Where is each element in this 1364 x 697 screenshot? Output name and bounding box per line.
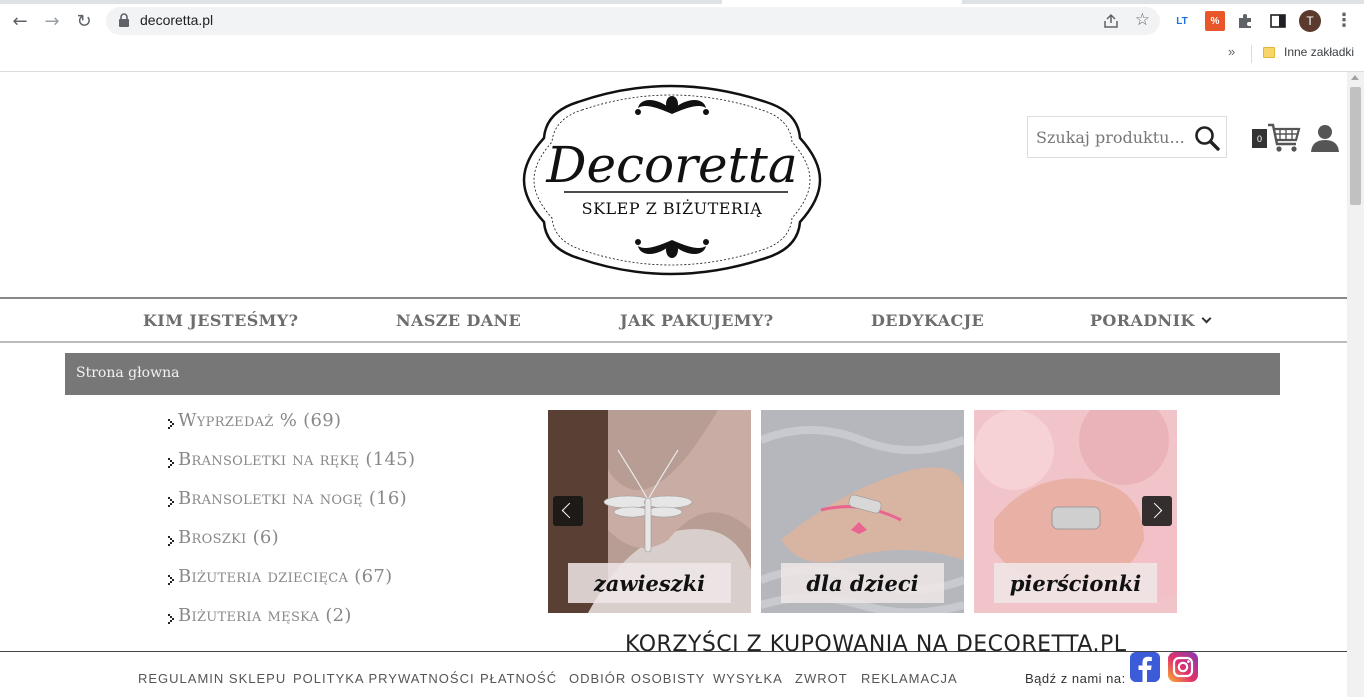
category-item[interactable]: Wyprzedaż % (69) [166, 410, 526, 449]
profile-avatar[interactable]: T [1299, 10, 1321, 32]
page-content: Decoretta SKLEP Z BIŻUTERIĄ 0 KIM JESTEŚ… [0, 72, 1347, 697]
carousel-prev-button[interactable] [553, 496, 583, 526]
footer-link-zwrot[interactable]: ZWROT [795, 671, 848, 686]
search-input[interactable] [1028, 117, 1188, 157]
menu-item-dedykacje[interactable]: DEDYKACJE [871, 311, 984, 330]
category-label: Bransoletki na rękę (145) [178, 449, 416, 470]
logo-subtitle: SKLEP Z BIŻUTERIĄ [582, 198, 763, 218]
cart-icon[interactable] [1267, 122, 1301, 154]
category-item[interactable]: Bransoletki na rękę (145) [166, 449, 526, 488]
bullet-icon [168, 497, 173, 506]
main-menu: KIM JESTEŚMY? NASZE DANE JAK PAKUJEMY? D… [0, 297, 1347, 343]
menu-item-jak-pakujemy[interactable]: JAK PAKUJEMY? [620, 311, 774, 330]
tile-caption: pierścionki [994, 563, 1157, 603]
category-item[interactable]: Biżuteria męska (2) [166, 605, 526, 644]
footer-link-polityka[interactable]: POLITYKA PRYWATNOŚCI [293, 671, 475, 686]
extensions-puzzle-icon[interactable] [1237, 12, 1255, 30]
category-label: Bransoletki na nogę (16) [178, 488, 407, 509]
bookmarks-divider [1251, 45, 1252, 63]
reload-icon[interactable]: ↻ [73, 10, 95, 32]
footer-link-reklamacja[interactable]: REKLAMACJA [861, 671, 958, 686]
logo-title: Decoretta [545, 136, 797, 194]
category-item[interactable]: Biżuteria dziecięca (67) [166, 566, 526, 605]
breadcrumb: Strona głowna [65, 353, 1280, 395]
url-text[interactable]: decoretta.pl [140, 12, 213, 28]
bookmarks-folder-other[interactable]: Inne zakładki [1284, 45, 1354, 59]
active-tab[interactable] [722, 0, 962, 4]
category-label: Broszki (6) [178, 527, 279, 548]
tile-caption: dla dzieci [781, 563, 944, 603]
menu-item-nasze-dane[interactable]: NASZE DANE [396, 311, 521, 330]
category-list: Wyprzedaż % (69) Bransoletki na rękę (14… [166, 410, 526, 644]
footer-link-platnosc[interactable]: PŁATNOŚĆ [480, 671, 557, 686]
menu-item-poradnik-label: PORADNIK [1090, 311, 1195, 330]
footer-link-regulamin[interactable]: REGULAMIN SKLEPU [138, 671, 286, 686]
folder-icon [1263, 47, 1275, 58]
scrollbar-thumb[interactable] [1350, 87, 1361, 205]
forward-icon[interactable]: → [41, 10, 63, 32]
bullet-icon [168, 614, 173, 623]
scroll-up-icon[interactable] [1351, 75, 1359, 80]
bullet-icon [168, 575, 173, 584]
category-label: Biżuteria dziecięca (67) [178, 566, 393, 587]
carousel-next-button[interactable] [1142, 496, 1172, 526]
tab-strip [0, 0, 1364, 4]
menu-item-poradnik[interactable]: PORADNIK [1090, 311, 1212, 330]
bullet-icon [168, 458, 173, 467]
browser-menu-icon[interactable]: ⋮ [1335, 10, 1353, 31]
address-bar[interactable]: decoretta.pl ☆ [106, 7, 1160, 35]
bookmarks-overflow-icon[interactable]: » [1228, 44, 1235, 59]
breadcrumb-home[interactable]: Strona głowna [76, 365, 179, 381]
follow-label: Bądź z nami na: [1025, 671, 1126, 686]
bookmark-star-icon[interactable]: ☆ [1135, 10, 1150, 30]
facebook-icon[interactable] [1130, 652, 1160, 682]
cart-count-badge: 0 [1252, 129, 1267, 148]
footer-link-odbior[interactable]: ODBIÓR OSOBISTY [569, 671, 705, 686]
bullet-icon [168, 536, 173, 545]
footer-bar: REGULAMIN SKLEPU POLITYKA PRYWATNOŚCI PŁ… [0, 651, 1347, 697]
category-label: Wyprzedaż % (69) [178, 410, 342, 431]
footer-link-wysylka[interactable]: WYSYŁKA [713, 671, 783, 686]
browser-chrome: ← → ↻ decoretta.pl ☆ LT % T ⋮ » Inne zak… [0, 0, 1364, 72]
category-item[interactable]: Broszki (6) [166, 527, 526, 566]
product-carousel: zawieszki dla dzieci pierścionki [548, 410, 1178, 613]
lock-icon [119, 13, 129, 27]
page-scrollbar[interactable] [1347, 72, 1364, 697]
share-icon[interactable] [1102, 12, 1120, 30]
back-icon[interactable]: ← [9, 10, 31, 32]
instagram-icon[interactable] [1168, 652, 1198, 682]
side-panel-icon[interactable] [1269, 12, 1287, 30]
search-icon[interactable] [1194, 125, 1220, 151]
site-logo[interactable]: Decoretta SKLEP Z BIŻUTERIĄ [520, 82, 824, 278]
category-label: Biżuteria męska (2) [178, 605, 352, 626]
discount-extension-icon[interactable]: % [1205, 11, 1225, 31]
user-account-icon[interactable] [1310, 124, 1340, 152]
tile-caption: zawieszki [568, 563, 731, 603]
menu-item-kim-jestesmy[interactable]: KIM JESTEŚMY? [143, 311, 298, 330]
search-box [1027, 116, 1227, 158]
category-item[interactable]: Bransoletki na nogę (16) [166, 488, 526, 527]
carousel-tile-kids[interactable]: dla dzieci [761, 410, 964, 613]
languagetool-extension-icon[interactable]: LT [1172, 11, 1192, 31]
bullet-icon [168, 419, 173, 428]
chevron-down-icon [1201, 313, 1212, 324]
